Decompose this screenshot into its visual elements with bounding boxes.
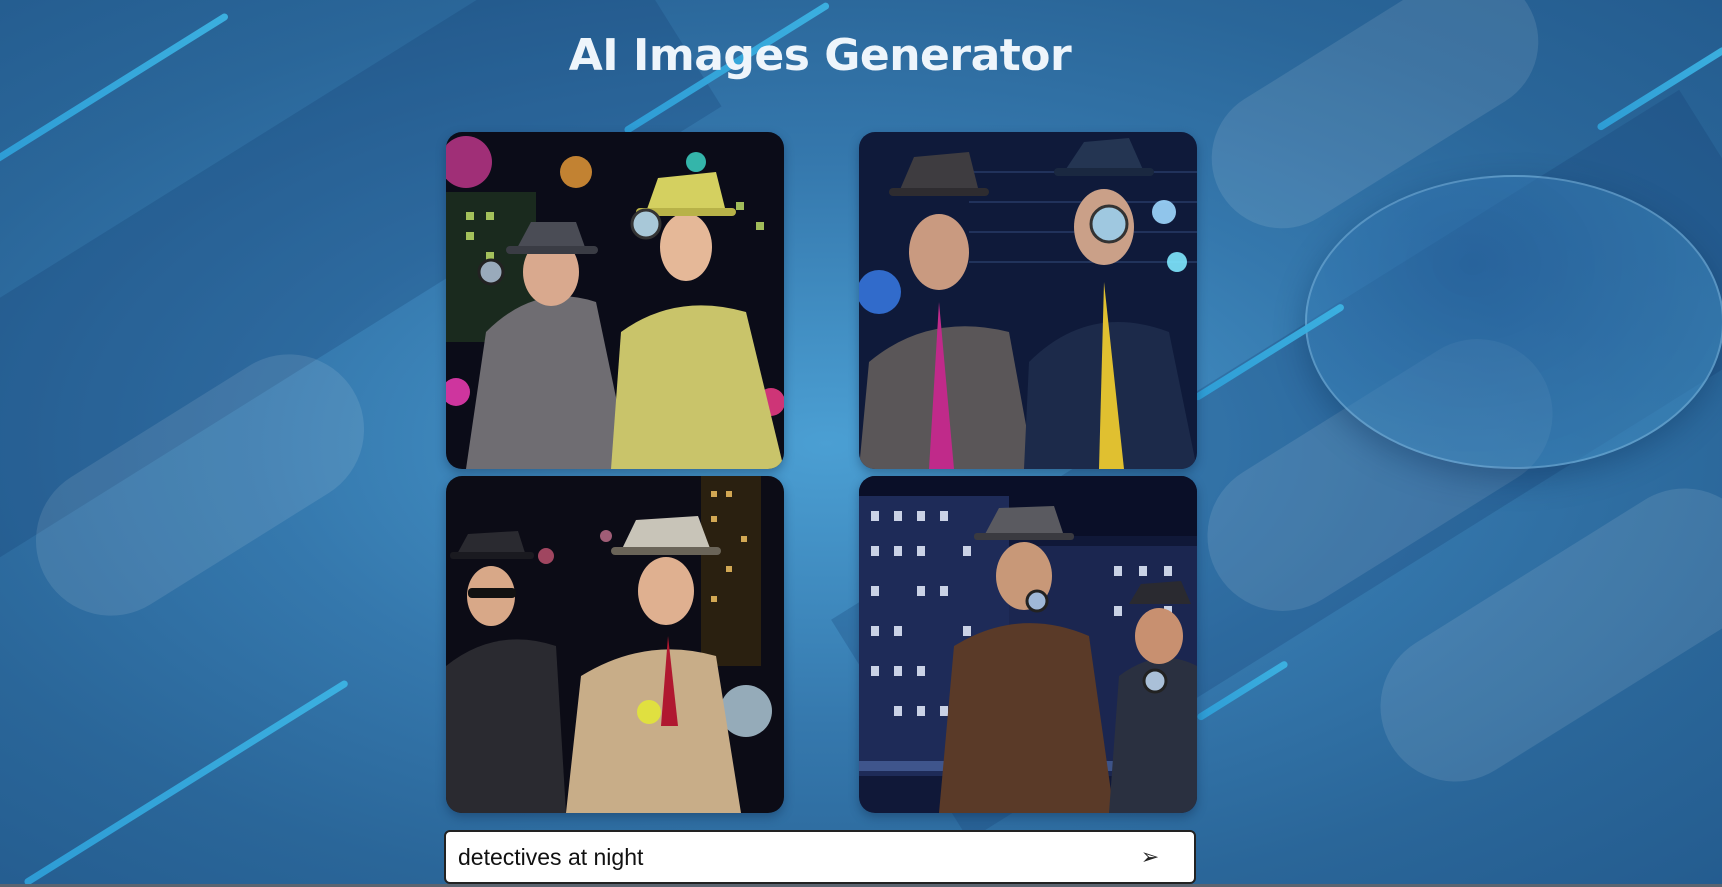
prompt-bar: ➢ <box>444 830 1196 884</box>
prompt-input[interactable] <box>446 832 1120 882</box>
page-title: AI Images Generator <box>568 30 1072 81</box>
generated-image-4[interactable] <box>859 476 1197 813</box>
background-stripe <box>23 679 350 887</box>
generated-image-1[interactable] <box>446 132 784 469</box>
background-ellipse <box>1305 175 1722 469</box>
send-arrow-icon: ➢ <box>1140 844 1160 869</box>
send-button[interactable]: ➢ <box>1120 832 1180 882</box>
generated-image-3[interactable] <box>446 476 784 813</box>
generated-image-2[interactable] <box>859 132 1197 469</box>
